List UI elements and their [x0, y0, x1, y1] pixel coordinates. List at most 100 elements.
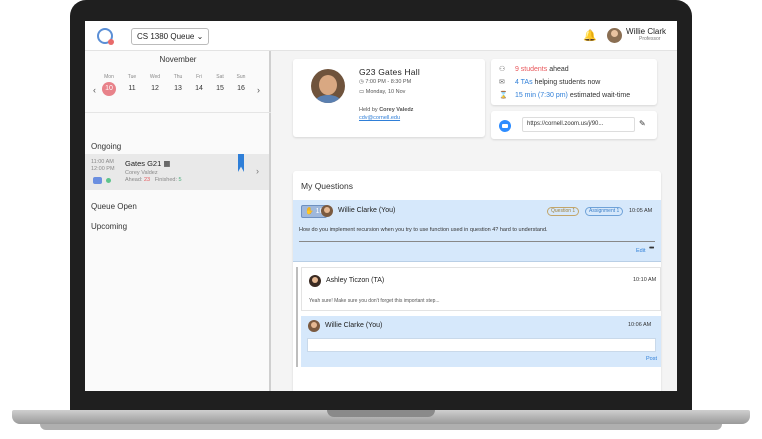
students-suffix: ahead: [549, 66, 569, 73]
laptop-shadow: [40, 424, 722, 430]
ta-reply: Ashley Ticzon (TA) 10:10 AM Yeah sure! M…: [301, 267, 661, 311]
edit-link[interactable]: Edit: [636, 248, 645, 254]
calendar-day[interactable]: Thu 13: [168, 73, 188, 96]
students-ahead: ⚇ 9 students ahead: [499, 65, 569, 73]
reply-text: Yeah sure! Make sure you don't forget th…: [309, 298, 440, 304]
chevron-right-icon[interactable]: ›: [257, 85, 260, 95]
day-of-week: Fri: [196, 74, 202, 80]
question-card: ✋ 10 Willie Clarke (You) Question 1 Assi…: [293, 200, 661, 262]
reply-composer: Willie Clarke (You) 10:06 AM Post: [301, 316, 661, 367]
queue-title: Gates G21 ▦: [125, 159, 170, 168]
tas-helping: ✉ 4 TAs helping students now: [499, 78, 600, 86]
calendar-day[interactable]: Mon 10: [99, 73, 119, 96]
day-number-selected: 10: [102, 82, 116, 96]
question-text: How do you implement recursion when you …: [299, 227, 548, 233]
app-logo-icon[interactable]: [97, 28, 114, 45]
queue-stats: Ahead: 23 Finished: 5: [125, 177, 182, 183]
reply-time: 10:10 AM: [633, 277, 657, 283]
calendar-day[interactable]: Fri 14: [189, 73, 209, 96]
day-of-week: Wed: [149, 74, 161, 80]
queue-ta: Corey Valdez: [125, 170, 158, 176]
zoom-video-icon: [499, 120, 511, 132]
hand-icon: ✋: [305, 208, 314, 215]
time-range: 7:00 PM - 8:30 PM: [365, 79, 412, 85]
day-number: 16: [237, 85, 245, 92]
zoom-card: https://cornell.zoom.us/j/90... ✎: [491, 111, 657, 139]
section-ongoing: Ongoing: [91, 142, 122, 151]
wait-time: ⌛ 15 min (7:30 pm) estimated wait-time: [499, 91, 630, 99]
calendar-icon: ▭: [359, 89, 366, 95]
my-questions-title: My Questions: [301, 181, 353, 191]
day-of-week: Sat: [216, 74, 224, 80]
reply-thread: Ashley Ticzon (TA) 10:10 AM Yeah sure! M…: [296, 267, 661, 367]
day-of-week: Thu: [173, 74, 183, 80]
zoom-badge-icon: [93, 177, 102, 184]
students-count: 9 students: [514, 66, 548, 73]
day-of-week: Mon: [104, 74, 114, 80]
user-name: Willie Clark: [626, 27, 666, 36]
queue-title-text: Gates G21: [125, 159, 162, 168]
day-number: 13: [174, 85, 182, 92]
queue-end-time: 12:00 PM: [91, 166, 115, 172]
day-number: 14: [195, 85, 203, 92]
ta-avatar: [311, 69, 345, 103]
section-upcoming: Upcoming: [91, 222, 128, 231]
my-questions-card: My Questions ✋ 10 Willie Clarke (You) Qu…: [293, 171, 661, 391]
chevron-down-icon: ⌄: [196, 32, 204, 41]
hourglass-icon: ⌛: [499, 92, 508, 99]
room-title: G23 Gates Hall: [359, 67, 420, 77]
held-by: Held by Corey Valedz: [359, 107, 413, 113]
calendar-day[interactable]: Sun 16: [231, 73, 251, 96]
building-icon: ▦: [163, 159, 171, 168]
more-options-icon[interactable]: •••: [649, 245, 654, 252]
course-select-label: CS 1380 Queue: [137, 32, 195, 41]
queue-start-time: 11:00 AM: [91, 159, 114, 165]
tas-suffix: helping students now: [534, 79, 601, 86]
question-author: Willie Clarke (You): [338, 207, 396, 214]
screen: CS 1380 Queue ⌄ 🔔 Willie Clark Professor…: [85, 21, 677, 391]
office-hours-card: G23 Gates Hall ◷ 7:00 PM - 8:30 PM ▭ Mon…: [293, 59, 485, 137]
section-queue-open: Queue Open: [91, 202, 137, 211]
ahead-label: Ahead:: [125, 177, 143, 183]
wait-clock: (7:30 pm): [537, 92, 568, 99]
main-content: G23 Gates Hall ◷ 7:00 PM - 8:30 PM ▭ Mon…: [273, 51, 677, 391]
tas-count: 4 TAs: [514, 79, 533, 86]
bell-icon[interactable]: 🔔: [583, 29, 597, 42]
day-number: 12: [151, 85, 159, 92]
reply-author: Ashley Ticzon (TA): [326, 277, 385, 284]
avatar: [308, 320, 320, 332]
composer-time: 10:06 AM: [628, 322, 652, 328]
composer-author: Willie Clarke (You): [325, 322, 383, 329]
wait-suffix: estimated wait-time: [569, 92, 631, 99]
office-hours-date: ▭ Monday, 10 Nov: [359, 89, 405, 95]
avatar: [309, 275, 321, 287]
assignment-tag: Assignment 1: [585, 207, 624, 216]
queue-item[interactable]: 11:00 AM 12:00 PM Gates G21 ▦ Corey Vald…: [85, 154, 269, 190]
chevron-right-icon[interactable]: ›: [256, 166, 259, 176]
calendar-day[interactable]: Tue 11: [122, 73, 142, 96]
ta-email-link[interactable]: cdv@cornell.edu: [359, 115, 400, 121]
bookmark-icon: [238, 154, 244, 172]
day-number: 11: [128, 85, 136, 92]
post-button[interactable]: Post: [646, 356, 657, 362]
calendar-week: ‹ Mon 10 Tue 11 Wed 12 Thu 13 Fri 14 Sat…: [85, 73, 271, 113]
finished-label: Finished:: [154, 177, 178, 183]
calendar-day[interactable]: Sat 15: [210, 73, 230, 96]
people-icon: ⚇: [499, 66, 506, 73]
wait-minutes: 15 min: [514, 92, 536, 99]
zoom-link-field[interactable]: https://cornell.zoom.us/j/90...: [522, 117, 635, 132]
finished-count: 5: [178, 177, 182, 183]
course-select[interactable]: CS 1380 Queue ⌄: [131, 28, 210, 45]
chat-icon: ✉: [499, 79, 505, 86]
reply-input[interactable]: [307, 338, 656, 352]
calendar-day[interactable]: Wed 12: [145, 73, 165, 96]
day-of-week: Sun: [236, 74, 246, 80]
chevron-left-icon[interactable]: ‹: [93, 85, 96, 95]
avatar[interactable]: [607, 28, 622, 43]
question-tag: Question 1: [547, 207, 580, 216]
held-by-name: Corey Valedz: [379, 107, 414, 113]
calendar-month: November: [159, 55, 197, 64]
question-time: 10:05 AM: [629, 208, 653, 214]
pencil-icon[interactable]: ✎: [639, 119, 646, 128]
avatar: [321, 205, 333, 217]
